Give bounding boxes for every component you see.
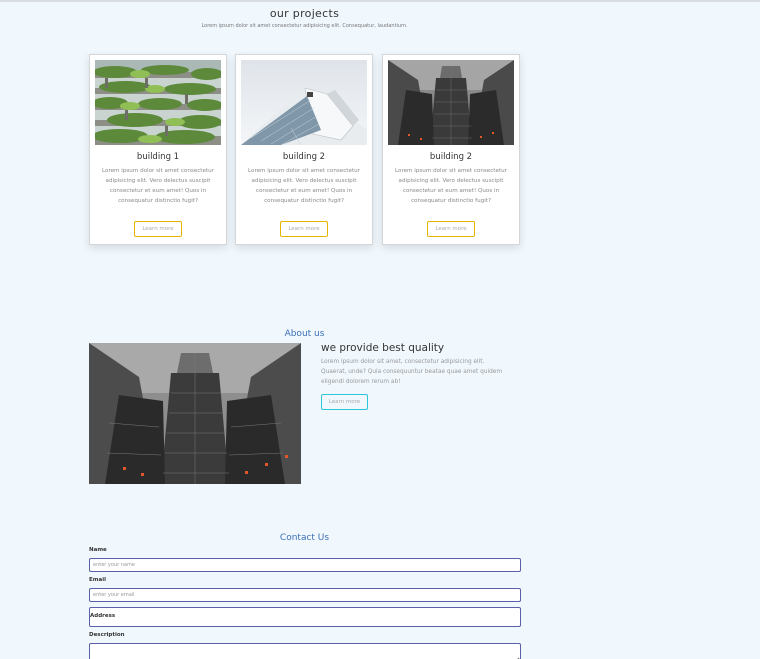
about-description: Lorem ipsum dolor sit amet, consectetur … (321, 359, 502, 385)
about-title: we provide best quality (321, 342, 445, 354)
learn-more-button[interactable]: Learn more (280, 221, 328, 237)
projects-subtitle: Lorem ipsum dolor sit amet consectetur a… (201, 23, 408, 29)
top-divider (0, 0, 760, 2)
card-description: Lorem ipsum dolor sit amet consectetur a… (102, 168, 214, 204)
card-title: building 2 (282, 152, 326, 162)
about-learn-more-button[interactable]: Learn more (321, 394, 368, 410)
card-description: Lorem ipsum dolor sit amet consectetur a… (395, 168, 507, 204)
card-title: building 1 (136, 152, 180, 162)
projects-title: our projects (269, 7, 340, 20)
email-field[interactable] (89, 588, 521, 602)
description-label: Description (89, 632, 125, 638)
name-field[interactable] (89, 558, 521, 572)
skyscrapers-upward-view-image (89, 343, 301, 484)
card-title: building 2 (429, 152, 473, 162)
email-label: Email (89, 577, 106, 583)
learn-more-button[interactable]: Learn more (134, 221, 182, 237)
modern-white-building-image (241, 60, 367, 145)
card-description: Lorem ipsum dolor sit amet consectetur a… (248, 168, 360, 204)
project-card-3: building 2 Lorem ipsum dolor sit amet co… (382, 54, 520, 245)
project-card-2: building 2 Lorem ipsum dolor sit amet co… (235, 54, 373, 245)
description-field[interactable] (89, 643, 521, 659)
project-card-1: building 1 Lorem ipsum dolor sit amet co… (89, 54, 227, 245)
green-terraced-building-image (95, 60, 221, 145)
contact-heading: Contact Us (279, 533, 330, 543)
address-label: Address (90, 613, 116, 619)
skyscrapers-upward-view-image (388, 60, 514, 145)
about-heading: About us (284, 329, 325, 339)
name-label: Name (89, 547, 107, 553)
address-field[interactable] (89, 607, 521, 627)
learn-more-button[interactable]: Learn more (427, 221, 475, 237)
